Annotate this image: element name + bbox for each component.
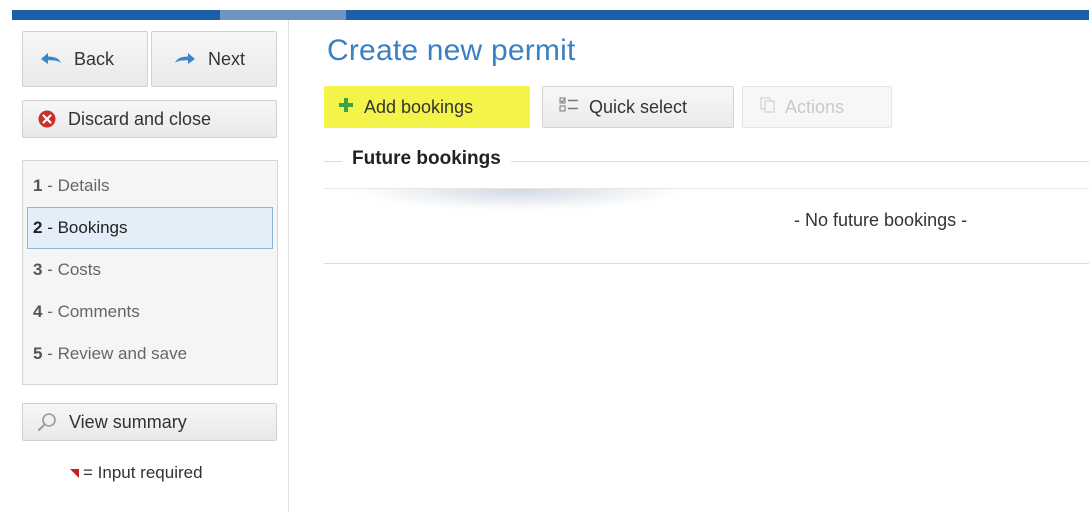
actions-button[interactable]: Actions [742, 86, 892, 128]
step-costs[interactable]: 3 - Costs [27, 249, 273, 291]
discard-label: Discard and close [68, 108, 212, 129]
close-circle-icon [38, 110, 56, 128]
view-summary-button[interactable]: View summary [22, 403, 277, 441]
step-separator: - [42, 344, 58, 363]
discard-and-close-button[interactable]: Discard and close [22, 100, 277, 138]
bookings-empty-row: - No future bookings - [324, 188, 1089, 264]
top-bar-active-tab [220, 10, 346, 20]
step-comments[interactable]: 4 - Comments [27, 291, 273, 333]
sidebar: Back Next Discard and close 1 - Details … [10, 20, 289, 512]
step-separator: - [42, 218, 58, 237]
wizard-steps: 1 - Details 2 - Bookings 3 - Costs 4 - C… [22, 160, 278, 385]
legend-text: = Input required [83, 463, 203, 482]
top-bar [12, 10, 1089, 20]
step-label: Costs [57, 260, 102, 279]
quick-select-label: Quick select [589, 96, 688, 117]
step-details[interactable]: 1 - Details [27, 165, 273, 207]
step-separator: - [42, 302, 58, 321]
step-label: Review and save [57, 344, 188, 363]
future-bookings-heading: Future bookings [342, 148, 511, 170]
checklist-icon [559, 96, 579, 119]
magnifier-icon [37, 412, 57, 432]
step-number: 2 [33, 218, 43, 237]
quick-select-button[interactable]: Quick select [542, 86, 734, 128]
step-separator: - [42, 260, 58, 279]
step-bookings[interactable]: 2 - Bookings [27, 207, 273, 249]
back-label: Back [74, 48, 115, 69]
step-label: Details [57, 176, 110, 195]
next-button[interactable]: Next [151, 31, 277, 87]
required-legend: = Input required [70, 463, 203, 483]
back-button[interactable]: Back [22, 31, 148, 87]
arrow-right-icon [174, 52, 196, 66]
step-number: 1 [33, 176, 43, 195]
step-number: 4 [33, 302, 43, 321]
page-title: Create new permit [327, 34, 576, 67]
add-bookings-button[interactable]: Add bookings [324, 86, 530, 128]
required-marker-icon [70, 468, 79, 478]
step-separator: - [42, 176, 58, 195]
plus-icon [338, 97, 354, 118]
no-bookings-text: - No future bookings - [794, 210, 968, 230]
step-number: 5 [33, 344, 43, 363]
step-label: Comments [57, 302, 140, 321]
add-bookings-label: Add bookings [364, 96, 474, 117]
next-label: Next [208, 48, 246, 69]
row-shadow [354, 189, 684, 211]
step-number: 3 [33, 260, 43, 279]
step-label: Bookings [57, 218, 128, 237]
copy-icon [759, 96, 777, 119]
arrow-left-icon [40, 52, 62, 66]
view-summary-label: View summary [69, 411, 187, 432]
main-content: Create new permit Add bookings Quick sel… [324, 20, 1089, 512]
step-review-and-save[interactable]: 5 - Review and save [27, 333, 273, 375]
actions-label: Actions [785, 96, 845, 117]
